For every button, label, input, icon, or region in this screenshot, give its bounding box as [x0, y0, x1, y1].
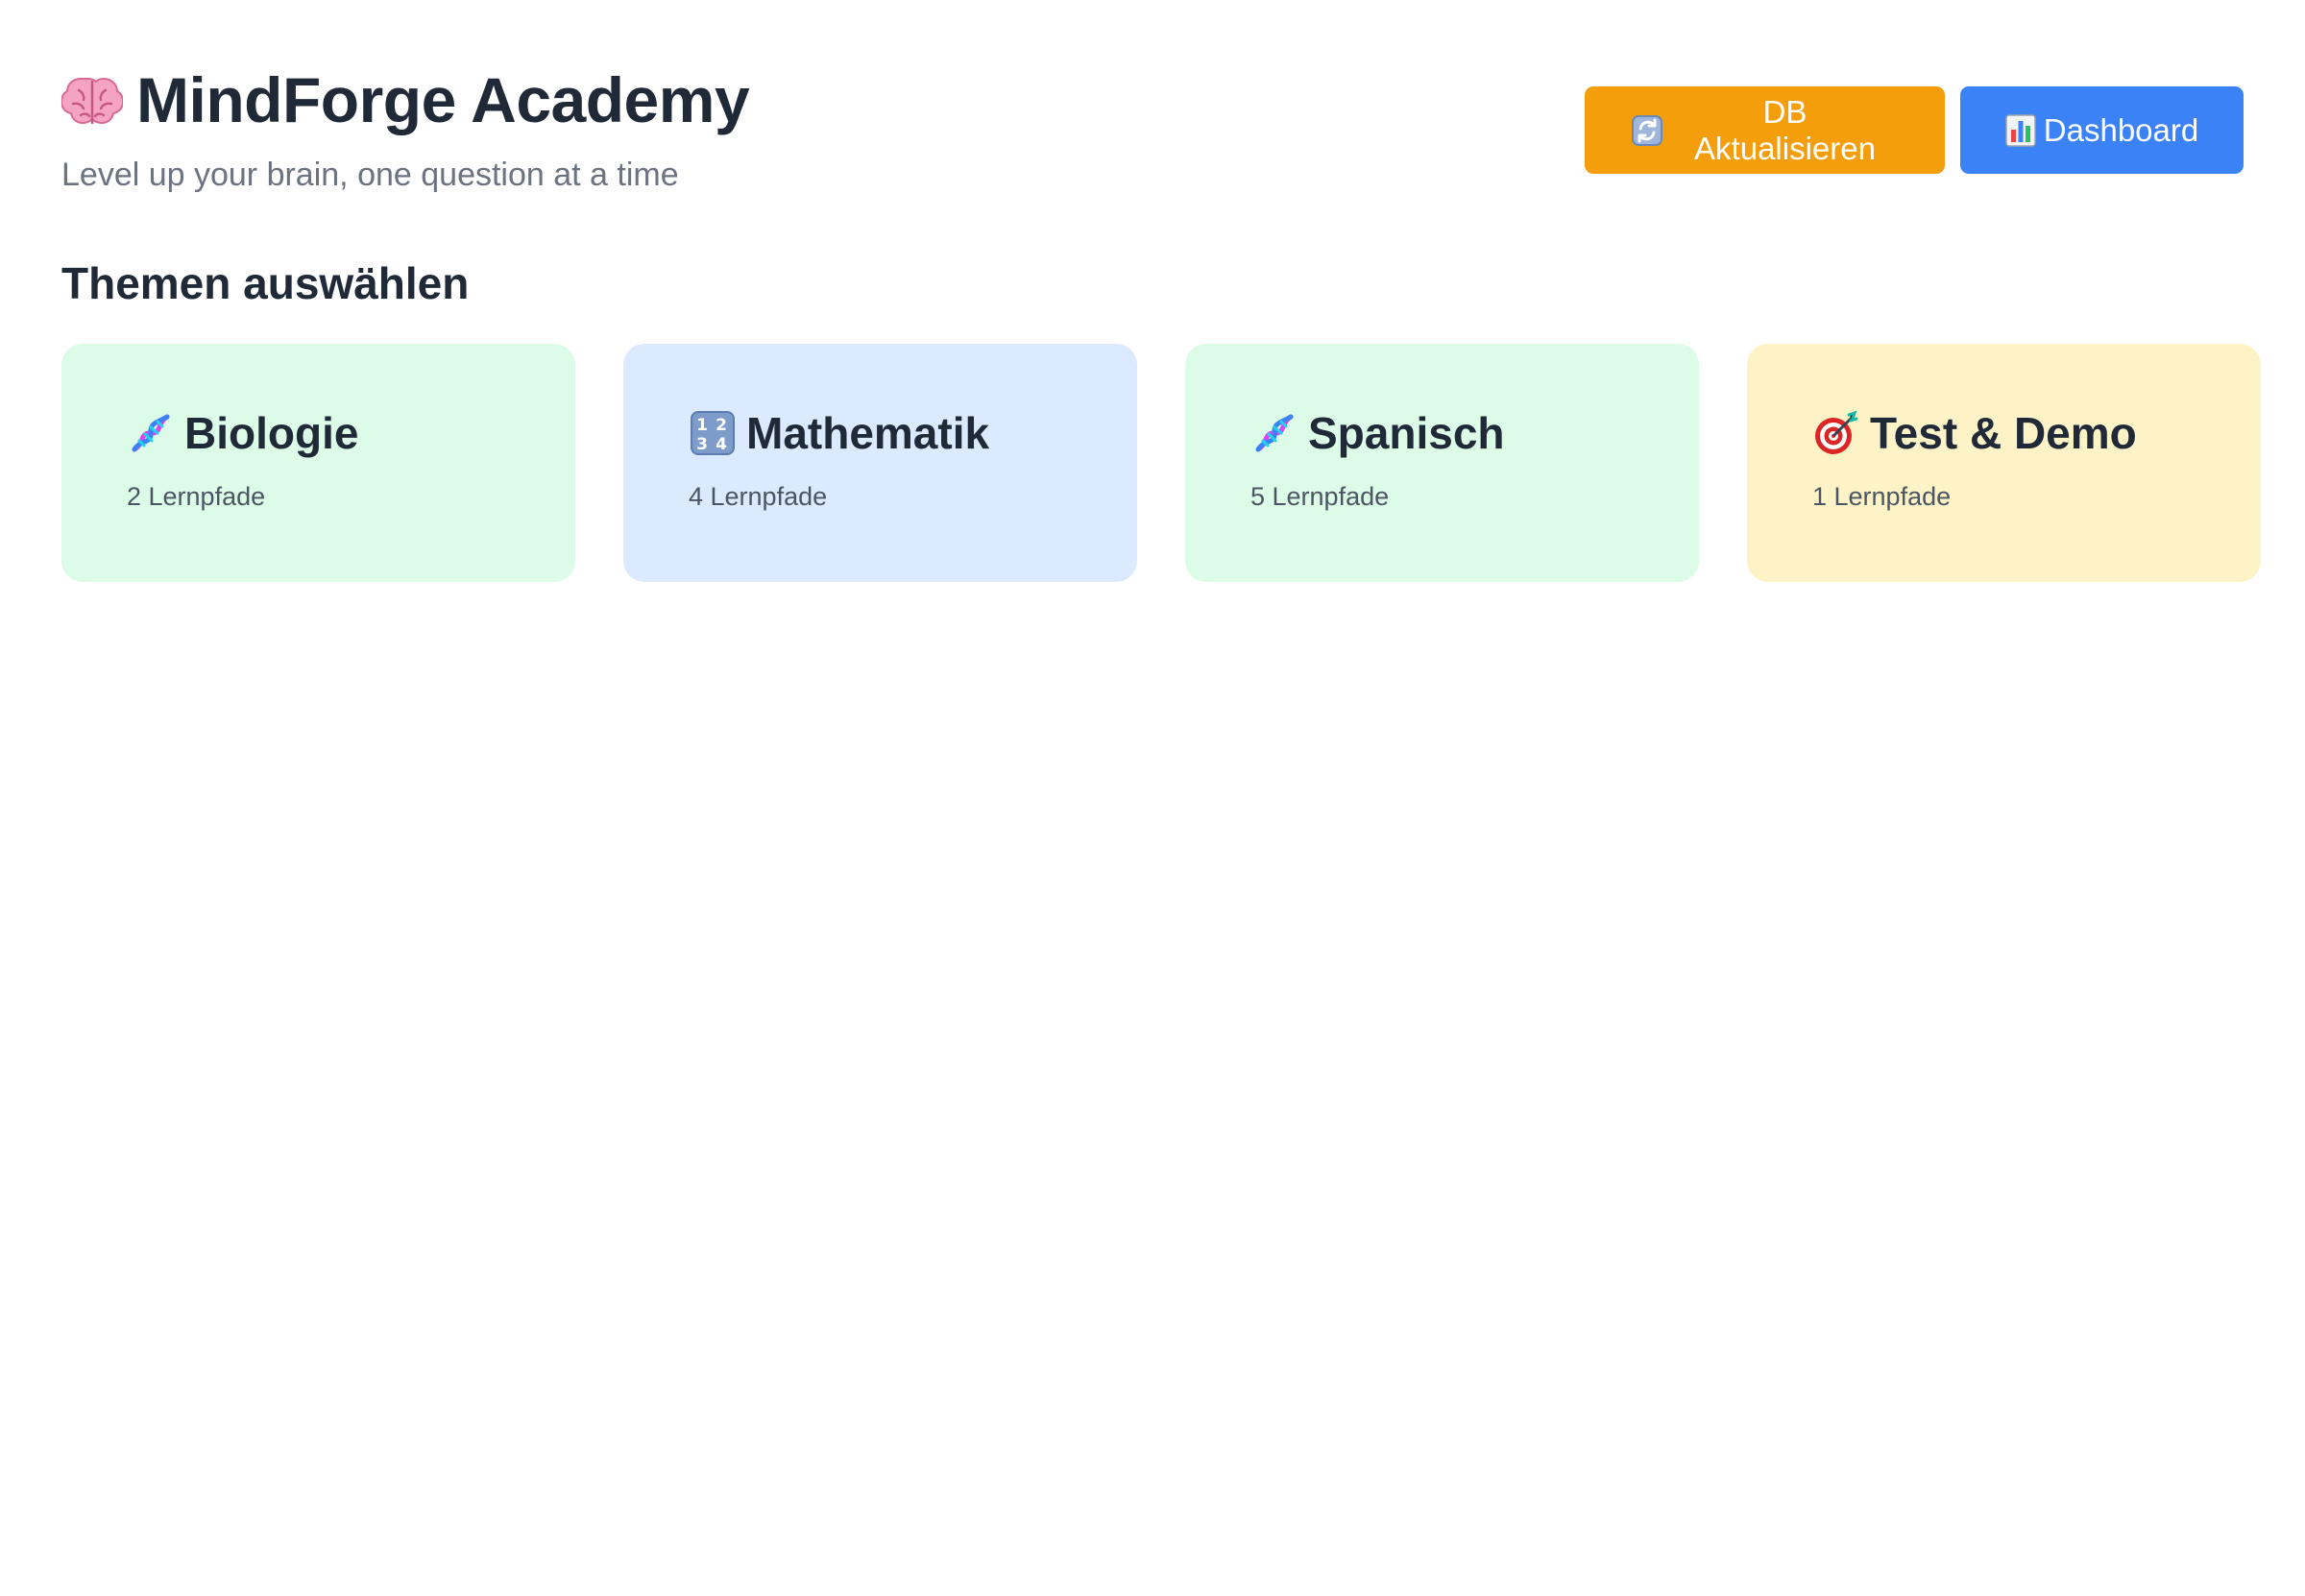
topic-card-test-demo[interactable]: Test & Demo 1 Lernpfade — [1747, 343, 2261, 582]
topic-count: 5 Lernpfade — [1250, 481, 1390, 511]
bar-chart-icon — [2005, 113, 2036, 147]
topic-count: 2 Lernpfade — [127, 481, 266, 511]
topic-title-text: Spanisch — [1308, 407, 1505, 458]
topic-title-text: Biologie — [184, 407, 359, 458]
topic-title: 1 2 3 4 Mathematik — [689, 407, 1072, 459]
brain-icon — [61, 73, 123, 127]
svg-text:3: 3 — [696, 435, 708, 454]
topic-title: Spanisch — [1250, 407, 1634, 459]
svg-text:4: 4 — [716, 435, 727, 454]
topic-count: 4 Lernpfade — [689, 481, 828, 511]
topic-card-biologie[interactable]: Biologie 2 Lernpfade — [61, 343, 575, 582]
topic-card-spanisch[interactable]: Spanisch 5 Lernpfade — [1185, 343, 1699, 582]
target-icon — [1812, 409, 1860, 457]
db-update-label: DB Aktualisieren — [1694, 93, 1876, 166]
header-actions: DB Aktualisieren Dashboard — [1585, 86, 2244, 174]
topic-grid: Biologie 2 Lernpfade 1 2 3 4 Mathematik — [61, 343, 2261, 582]
dna-icon — [1250, 409, 1298, 457]
brand: MindForge Academy Level up your brain, o… — [61, 61, 750, 194]
topic-title: Test & Demo — [1812, 407, 2196, 459]
svg-text:2: 2 — [716, 416, 727, 435]
refresh-icon — [1631, 114, 1663, 147]
svg-text:1: 1 — [696, 416, 708, 435]
topic-card-mathematik[interactable]: 1 2 3 4 Mathematik 4 Lernpfade — [623, 343, 1137, 582]
topic-count: 1 Lernpfade — [1812, 481, 1952, 511]
dna-icon — [127, 409, 175, 457]
db-update-button[interactable]: DB Aktualisieren — [1585, 86, 1945, 174]
dashboard-button[interactable]: Dashboard — [1960, 86, 2244, 174]
app-header: MindForge Academy Level up your brain, o… — [61, 61, 2244, 194]
dashboard-label: Dashboard — [2043, 111, 2199, 148]
topic-title: Biologie — [127, 407, 510, 459]
topic-title-text: Test & Demo — [1870, 407, 2137, 458]
page-title: MindForge Academy — [61, 64, 750, 135]
app-page: MindForge Academy Level up your brain, o… — [0, 0, 2305, 1596]
section-title: Themen auswählen — [61, 257, 470, 308]
topic-title-text: Mathematik — [746, 407, 990, 458]
numbers-icon: 1 2 3 4 — [689, 409, 737, 457]
app-subtitle: Level up your brain, one question at a t… — [61, 156, 679, 193]
app-title-text: MindForge Academy — [136, 64, 750, 135]
